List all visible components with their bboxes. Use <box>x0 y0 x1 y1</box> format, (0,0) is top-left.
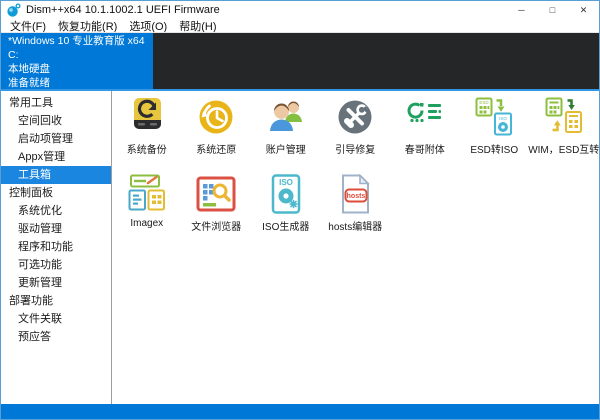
stats-list-icon <box>405 97 445 137</box>
tool-file-browser[interactable]: 文件浏览器 <box>182 170 252 247</box>
tool-label: Imagex <box>130 218 164 229</box>
tool-wim-esd-convert[interactable]: WIM，ESD互转 <box>528 93 600 170</box>
sidebar: 常用工具 空间回收 启动项管理 Appx管理 工具箱 控制面板 系统优化 驱动管… <box>1 91 112 404</box>
tool-account-manager[interactable]: 账户管理 <box>251 93 321 170</box>
tool-label: hosts编辑器 <box>328 222 383 233</box>
iso-builder-icon: ISO <box>266 174 306 214</box>
tool-hosts-editor[interactable]: hosts hosts编辑器 <box>321 170 391 247</box>
tool-boot-repair[interactable]: 引导修复 <box>321 93 391 170</box>
drive-os-edition: *Windows 10 专业教育版 x64 <box>8 35 145 47</box>
minimize-button[interactable]: ─ <box>506 1 537 19</box>
window-title: Dism++x64 10.1.1002.1 UEFI Firmware <box>26 4 220 16</box>
sidebar-item-toolbox[interactable]: 工具箱 <box>1 166 111 184</box>
toolbox-panel: 系统备份 系统还原 账户管理 引导修复 春哥附体 ESD ISO ESD转ISO… <box>112 91 599 404</box>
tool-label: 账户管理 <box>265 145 306 156</box>
file-browser-icon <box>196 174 236 214</box>
sidebar-item-optional-features[interactable]: 可选功能 <box>1 256 111 274</box>
tool-iso-builder[interactable]: ISO ISO生成器 <box>251 170 321 247</box>
toolbox-grid: 系统备份 系统还原 账户管理 引导修复 春哥附体 ESD ISO ESD转ISO… <box>112 93 599 247</box>
status-bar <box>1 404 599 419</box>
tool-label: 系统备份 <box>126 145 167 156</box>
sidebar-item-driver-manager[interactable]: 驱动管理 <box>1 220 111 238</box>
sidebar-section-control-panel: 控制面板 <box>9 187 53 199</box>
drive-letter: C: <box>8 49 19 61</box>
backup-drive-icon <box>127 97 167 137</box>
dism-logo-icon <box>6 2 21 18</box>
restore-clock-icon <box>196 97 236 137</box>
drive-header-empty <box>153 33 599 89</box>
sidebar-item-startup-manager[interactable]: 启动项管理 <box>1 130 111 148</box>
sidebar-item-unattend[interactable]: 预应答 <box>1 328 111 346</box>
tool-system-restore[interactable]: 系统还原 <box>182 93 252 170</box>
content-area: 常用工具 空间回收 启动项管理 Appx管理 工具箱 控制面板 系统优化 驱动管… <box>1 91 599 404</box>
sidebar-item-programs-features[interactable]: 程序和功能 <box>1 238 111 256</box>
svg-text:ISO: ISO <box>279 178 293 187</box>
tool-label: WIM，ESD互转 <box>528 145 600 156</box>
tool-system-backup[interactable]: 系统备份 <box>112 93 182 170</box>
sidebar-section-deployment: 部署功能 <box>9 295 53 307</box>
tool-esd-to-iso[interactable]: ESD ISO ESD转ISO <box>460 93 530 170</box>
drive-tab-c[interactable]: *Windows 10 专业教育版 x64 C: 本地硬盘 准备就绪 <box>1 33 153 89</box>
tool-label: 系统还原 <box>196 145 237 156</box>
maximize-button[interactable]: □ <box>537 1 568 19</box>
tool-label: 引导修复 <box>335 145 376 156</box>
title-bar: Dism++x64 10.1.1002.1 UEFI Firmware ─ □ … <box>1 1 599 19</box>
wim-esd-convert-icon <box>544 97 584 137</box>
svg-text:hosts: hosts <box>347 193 366 200</box>
sidebar-item-appx-manager[interactable]: Appx管理 <box>1 148 111 166</box>
tool-label: 文件浏览器 <box>191 222 242 233</box>
tool-imagex[interactable]: Imagex <box>112 170 182 247</box>
sidebar-item-file-association[interactable]: 文件关联 <box>1 310 111 328</box>
tool-chungo-attach[interactable]: 春哥附体 <box>390 93 460 170</box>
drive-header: *Windows 10 专业教育版 x64 C: 本地硬盘 准备就绪 <box>1 32 599 89</box>
tool-label: ISO生成器 <box>262 222 310 233</box>
app-window: Dism++x64 10.1.1002.1 UEFI Firmware ─ □ … <box>0 0 600 420</box>
esd-to-iso-icon: ESD ISO <box>474 97 514 137</box>
tool-label: 春哥附体 <box>404 145 445 156</box>
tool-label: ESD转ISO <box>470 145 519 156</box>
window-controls: ─ □ ✕ <box>506 1 599 19</box>
svg-text:ESD: ESD <box>480 100 490 105</box>
user-accounts-icon <box>266 97 306 137</box>
close-button[interactable]: ✕ <box>568 1 599 19</box>
sidebar-item-space-reclaim[interactable]: 空间回收 <box>1 112 111 130</box>
boot-repair-tools-icon <box>335 97 375 137</box>
sidebar-item-update-manager[interactable]: 更新管理 <box>1 274 111 292</box>
sidebar-item-system-optimize[interactable]: 系统优化 <box>1 202 111 220</box>
sidebar-section-common-tools: 常用工具 <box>9 97 53 109</box>
drive-status: 准备就绪 <box>8 77 50 89</box>
imagex-icon <box>127 174 167 214</box>
hosts-editor-icon: hosts <box>335 174 375 214</box>
drive-type: 本地硬盘 <box>8 63 50 75</box>
menu-bar: 文件(F) 恢复功能(R) 选项(O) 帮助(H) <box>1 19 599 33</box>
svg-text:ISO: ISO <box>499 116 507 121</box>
